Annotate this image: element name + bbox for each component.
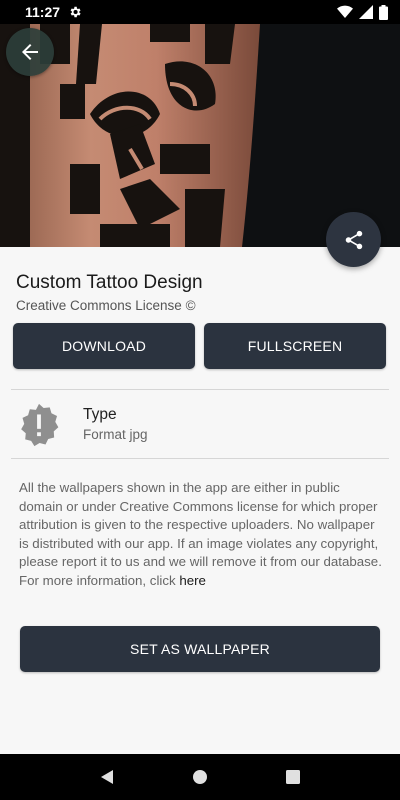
status-time: 11:27	[25, 4, 61, 20]
wifi-icon	[337, 5, 353, 18]
nav-recents-icon[interactable]	[285, 769, 301, 785]
disclaimer-text: All the wallpapers shown in the app are …	[19, 479, 385, 591]
settings-gear-icon	[70, 6, 81, 18]
set-wallpaper-button[interactable]: SET AS WALLPAPER	[20, 626, 380, 672]
status-right	[337, 4, 388, 20]
license-text: Creative Commons License ©	[16, 298, 196, 313]
tattoo-image	[0, 24, 400, 247]
nav-home-icon[interactable]	[192, 769, 208, 785]
share-icon	[345, 230, 362, 249]
type-label: Type	[83, 406, 117, 423]
disclaimer-body: All the wallpapers shown in the app are …	[19, 480, 382, 588]
battery-icon	[379, 4, 388, 20]
system-nav-bar	[0, 754, 400, 800]
wallpaper-image[interactable]	[0, 24, 400, 247]
alert-badge-icon	[21, 403, 59, 447]
signal-icon	[359, 5, 373, 19]
arrow-left-icon	[22, 44, 38, 60]
nav-back-icon[interactable]	[99, 769, 115, 785]
status-left: 11:27	[25, 4, 82, 20]
back-button[interactable]	[6, 28, 54, 76]
type-value: Format jpg	[83, 427, 148, 442]
divider	[11, 389, 389, 390]
share-button[interactable]	[326, 212, 381, 267]
fullscreen-button[interactable]: FULLSCREEN	[204, 323, 386, 369]
status-bar: 11:27	[0, 0, 400, 24]
download-button[interactable]: DOWNLOAD	[13, 323, 195, 369]
more-info-link[interactable]: here	[179, 573, 206, 588]
divider	[11, 458, 389, 459]
wallpaper-title: Custom Tattoo Design	[16, 272, 203, 293]
